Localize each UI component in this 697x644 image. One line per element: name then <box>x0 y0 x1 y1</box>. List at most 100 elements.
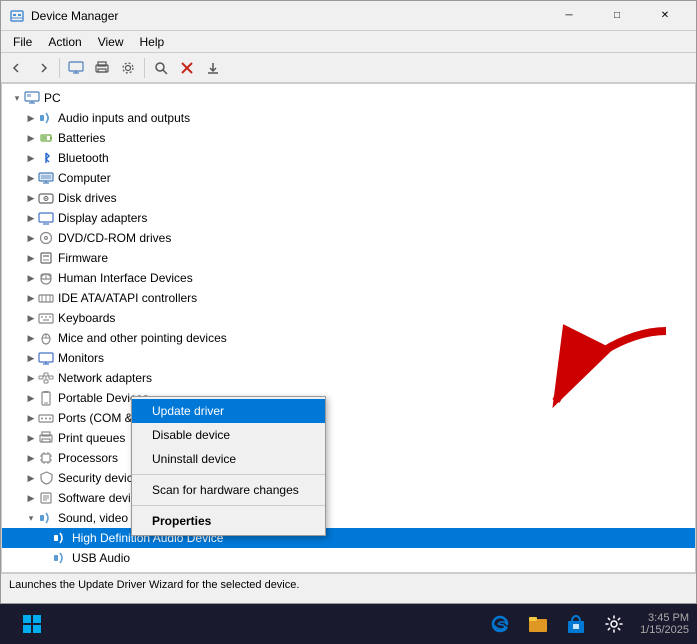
toolbar-delete[interactable] <box>175 56 199 80</box>
expand-audio[interactable]: ▶ <box>24 111 38 125</box>
expand-disk[interactable]: ▶ <box>24 191 38 205</box>
menu-action[interactable]: Action <box>40 31 89 53</box>
expand-hid[interactable]: ▶ <box>24 271 38 285</box>
context-menu-uninstall[interactable]: Uninstall device <box>132 447 325 471</box>
tree-item-audio[interactable]: ▶ Audio inputs and outputs <box>2 108 695 128</box>
taskbar-store[interactable] <box>560 608 592 640</box>
tree-item-batteries[interactable]: ▶ Batteries <box>2 128 695 148</box>
expand-hd-audio[interactable] <box>38 531 52 545</box>
taskbar-settings[interactable] <box>598 608 630 640</box>
toolbar-forward[interactable] <box>31 56 55 80</box>
expand-batteries[interactable]: ▶ <box>24 131 38 145</box>
expand-software[interactable]: ▶ <box>24 491 38 505</box>
display-label: Display adapters <box>58 211 147 225</box>
title-bar-controls: ─ □ ✕ <box>546 1 688 31</box>
menu-help[interactable]: Help <box>132 31 173 53</box>
context-menu-sep2 <box>132 505 325 506</box>
tree-item-disk[interactable]: ▶ Disk drives <box>2 188 695 208</box>
expand-monitors[interactable]: ▶ <box>24 351 38 365</box>
expand-firmware[interactable]: ▶ <box>24 251 38 265</box>
sound-icon <box>38 510 54 526</box>
storage-icon <box>38 570 54 572</box>
context-menu: Update driver Disable device Uninstall d… <box>131 396 326 536</box>
network-icon <box>38 370 54 386</box>
tree-item-network[interactable]: ▶ Network adapters <box>2 368 695 388</box>
menu-file[interactable]: File <box>5 31 40 53</box>
taskbar-edge[interactable] <box>484 608 516 640</box>
tree-item-storage[interactable]: ▶ Storage contr… <box>2 568 695 572</box>
tree-item-dvd[interactable]: ▶ DVD/CD-ROM drives <box>2 228 695 248</box>
expand-dvd[interactable]: ▶ <box>24 231 38 245</box>
tree-item-ports[interactable]: ▶ Ports (COM & LPT) <box>2 408 695 428</box>
pc-label: PC <box>44 91 61 105</box>
expand-bluetooth[interactable]: ▶ <box>24 151 38 165</box>
expand-print[interactable]: ▶ <box>24 431 38 445</box>
menu-view[interactable]: View <box>90 31 132 53</box>
toolbar-download[interactable] <box>201 56 225 80</box>
expand-display[interactable]: ▶ <box>24 211 38 225</box>
tree-item-software[interactable]: ▶ Software devices <box>2 488 695 508</box>
context-menu-disable[interactable]: Disable device <box>132 423 325 447</box>
hd-audio-icon <box>52 530 68 546</box>
mice-label: Mice and other pointing devices <box>58 331 227 345</box>
toolbar-search[interactable] <box>149 56 173 80</box>
processors-icon <box>38 450 54 466</box>
tree-item-pc[interactable]: ▾ PC <box>2 88 695 108</box>
tree-item-hid[interactable]: ▶ Human Interface Devices <box>2 268 695 288</box>
toolbar-computer[interactable] <box>64 56 88 80</box>
tree-item-processors[interactable]: ▶ Processors <box>2 448 695 468</box>
batteries-label: Batteries <box>58 131 105 145</box>
tree-item-ide[interactable]: ▶ IDE ATA/ATAPI controllers <box>2 288 695 308</box>
title-bar-icon <box>9 8 25 24</box>
expand-pc[interactable]: ▾ <box>10 91 24 105</box>
expand-mice[interactable]: ▶ <box>24 331 38 345</box>
ports-icon <box>38 410 54 426</box>
expand-network[interactable]: ▶ <box>24 371 38 385</box>
tree-item-keyboards[interactable]: ▶ Keyboards <box>2 308 695 328</box>
expand-portable[interactable]: ▶ <box>24 391 38 405</box>
computer-icon <box>38 170 54 186</box>
taskbar-windows[interactable] <box>16 608 48 640</box>
tree-item-monitors[interactable]: ▶ Monitors <box>2 348 695 368</box>
network-label: Network adapters <box>58 371 152 385</box>
expand-ide[interactable]: ▶ <box>24 291 38 305</box>
tree-item-sound[interactable]: ▾ Sound, video and game controllers <box>2 508 695 528</box>
expand-sound[interactable]: ▾ <box>24 511 38 525</box>
device-manager-window: Device Manager ─ □ ✕ File Action View He… <box>0 0 697 604</box>
security-icon <box>38 470 54 486</box>
tree-item-portable[interactable]: ▶ Portable Devices <box>2 388 695 408</box>
maximize-button[interactable]: □ <box>594 1 640 31</box>
expand-keyboards[interactable]: ▶ <box>24 311 38 325</box>
pc-icon <box>24 90 40 106</box>
disk-icon <box>38 190 54 206</box>
tree-item-hd-audio[interactable]: High Definition Audio Device <box>2 528 695 548</box>
tree-item-computer[interactable]: ▶ Computer <box>2 168 695 188</box>
toolbar <box>1 53 696 83</box>
toolbar-settings[interactable] <box>116 56 140 80</box>
taskbar-file-explorer[interactable] <box>522 608 554 640</box>
tree-item-display[interactable]: ▶ Display adapters <box>2 208 695 228</box>
expand-ports[interactable]: ▶ <box>24 411 38 425</box>
tree-item-mice[interactable]: ▶ Mice and other pointing devices <box>2 328 695 348</box>
expand-storage[interactable]: ▶ <box>24 571 38 572</box>
minimize-button[interactable]: ─ <box>546 1 592 31</box>
tree-item-print[interactable]: ▶ Print queues <box>2 428 695 448</box>
keyboards-icon <box>38 310 54 326</box>
context-menu-properties[interactable]: Properties <box>132 509 325 533</box>
windows-icon <box>23 615 41 633</box>
expand-usb-audio[interactable] <box>38 551 52 565</box>
context-menu-update-driver[interactable]: Update driver <box>132 399 325 423</box>
print-icon <box>38 430 54 446</box>
expand-computer[interactable]: ▶ <box>24 171 38 185</box>
tree-item-security[interactable]: ▶ Security devices <box>2 468 695 488</box>
close-button[interactable]: ✕ <box>642 1 688 31</box>
context-menu-scan[interactable]: Scan for hardware changes <box>132 478 325 502</box>
toolbar-print[interactable] <box>90 56 114 80</box>
tree-item-bluetooth[interactable]: ▶ Bluetooth <box>2 148 695 168</box>
expand-processors[interactable]: ▶ <box>24 451 38 465</box>
tree-view[interactable]: ▾ PC ▶ Audio inputs and outputs ▶ <box>2 84 695 572</box>
expand-security[interactable]: ▶ <box>24 471 38 485</box>
toolbar-back[interactable] <box>5 56 29 80</box>
tree-item-firmware[interactable]: ▶ Firmware <box>2 248 695 268</box>
tree-item-usb-audio[interactable]: USB Audio <box>2 548 695 568</box>
